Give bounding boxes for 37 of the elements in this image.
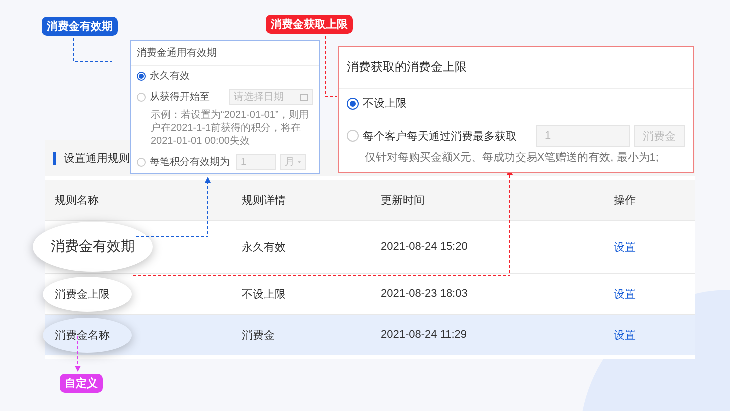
popup-title: 消费获取的消费金上限 [339, 47, 693, 89]
option-label: 每笔积分有效期为 [150, 156, 230, 169]
caret-icon [298, 160, 301, 164]
radio-button[interactable] [137, 72, 146, 80]
column-header: 规则详情 [241, 180, 380, 220]
number-field[interactable]: 1 [536, 125, 630, 147]
magnified-name: 消费金名称 [43, 318, 132, 352]
popup-title: 消费金通用有效期 [131, 41, 319, 66]
number-field[interactable]: 1 [236, 154, 276, 170]
table-cell: 消费金 [241, 314, 380, 355]
annotation-tag: 消费金获取上限 [266, 15, 353, 34]
column-header: 操作 [613, 180, 695, 220]
table-cell: 永久有效 [241, 220, 380, 274]
hint-text: 仅针对每购买金额X元、每成功交易X笔赠送的有效, 最小为1; [364, 151, 660, 166]
radio-button[interactable] [347, 98, 359, 110]
settings-link[interactable]: 设置 [614, 240, 636, 254]
option-label: 从获得开始至 [150, 90, 210, 104]
column-header: 更新时间 [380, 180, 613, 220]
unit-addon: 消费金 [634, 125, 685, 147]
settings-link[interactable]: 设置 [614, 328, 636, 342]
unit-dropdown[interactable]: 月 [280, 154, 306, 170]
date-field[interactable]: 请选择日期 [229, 89, 313, 105]
calendar-icon [300, 93, 308, 101]
section-title: 设置通用规则 [64, 152, 130, 166]
annotation-tag: 自定义 [60, 374, 103, 393]
magnified-name: 消费金上限 [43, 276, 132, 312]
hint-text: 示例：若设置为“2021-01-01”，则用户在2021-1-1前获得的积分，将在2021-01-01 00:00失效 [150, 109, 310, 148]
option-label: 不设上限 [363, 97, 407, 111]
magnified-name: 消费金有效期 [33, 222, 153, 272]
table-cell: 2021-08-24 11:29 [380, 314, 613, 355]
settings-link[interactable]: 设置 [614, 286, 636, 302]
annotation-tag: 消费金有效期 [42, 17, 118, 36]
table-cell: 2021-08-24 15:20 [380, 220, 613, 274]
option-label: 永久有效 [150, 70, 190, 83]
column-header: 规则名称 [45, 180, 241, 220]
option-label: 每个客户每天通过消费最多获取 [363, 130, 517, 144]
leader-line [74, 38, 112, 62]
